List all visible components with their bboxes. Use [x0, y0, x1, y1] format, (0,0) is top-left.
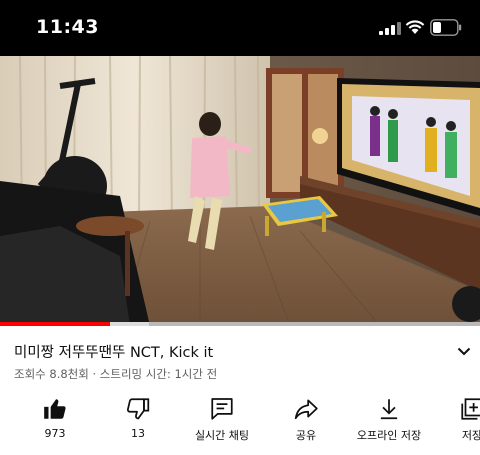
- video-frame: [0, 56, 480, 326]
- status-bar: 11:43: [0, 0, 480, 56]
- thumbs-up-icon: [44, 399, 66, 419]
- video-progress-bar[interactable]: [0, 322, 480, 326]
- cellular-signal-icon: [379, 22, 401, 35]
- chevron-down-icon: [457, 347, 471, 355]
- video-title[interactable]: 미미짱 저뚜뚜땐뚜 NCT, Kick it: [14, 341, 213, 362]
- status-time: 11:43: [36, 16, 99, 38]
- progress-played: [0, 322, 111, 326]
- battery-icon: [430, 19, 462, 36]
- share-icon: [294, 399, 318, 420]
- action-row: 973 13 실시간 채팅 공유 오프라인 저장 저장: [0, 393, 480, 448]
- save-button[interactable]: 저장: [422, 393, 480, 445]
- live-chat-icon: [211, 398, 233, 420]
- video-player[interactable]: [0, 56, 480, 326]
- wifi-icon: [405, 20, 425, 34]
- download-icon: [380, 399, 398, 420]
- save-to-playlist-icon: [461, 398, 480, 420]
- thumbs-down-icon: [126, 398, 150, 420]
- save-label: 저장: [461, 429, 480, 442]
- video-meta: 조회수 8.8천회 · 스트리밍 시간: 1시간 전: [14, 367, 218, 381]
- expand-description-button[interactable]: [452, 340, 476, 362]
